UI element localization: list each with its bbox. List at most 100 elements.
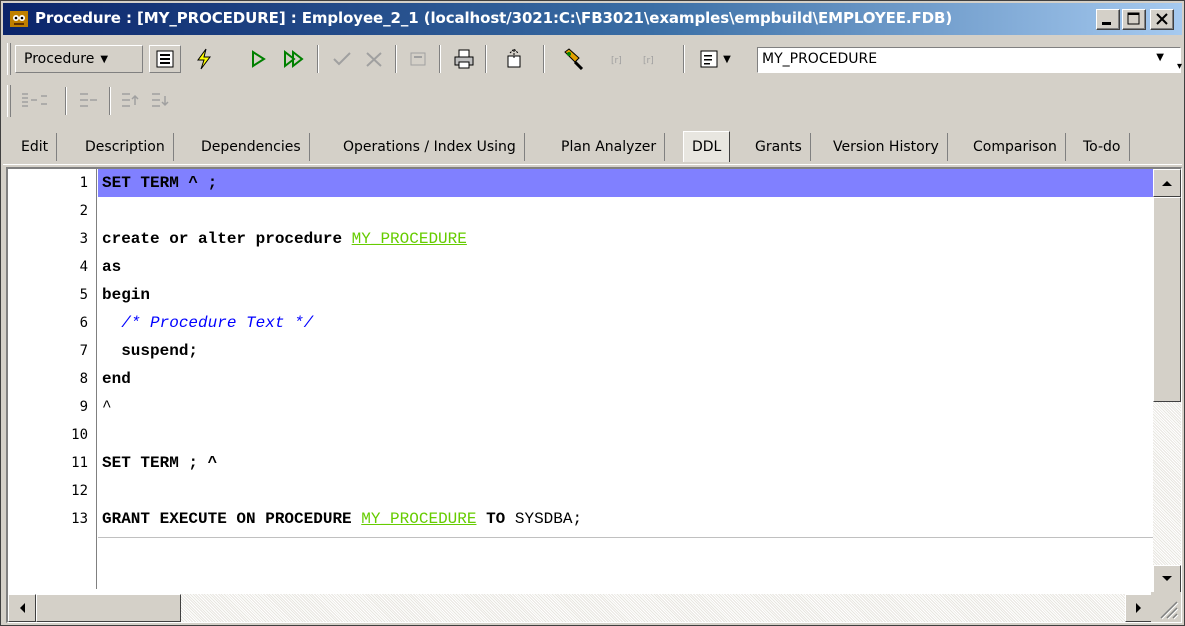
code-line-9[interactable]: ^ [98,393,1153,421]
procedure-identifier-link[interactable]: MY_PROCEDURE [352,230,467,248]
minimize-button[interactable] [1096,9,1120,30]
param2-icon: [r] [643,56,654,66]
tab-ddl[interactable]: DDL [683,131,731,162]
step-run-button[interactable] [279,45,309,73]
toolbar-separator [439,45,441,73]
svg-text:[r]: [r] [611,56,622,66]
title-bar[interactable]: Procedure : [MY_PROCEDURE] : Employee_2_… [3,3,1182,35]
code-text: suspend; [102,342,199,360]
arrow-down-icon [1162,576,1172,581]
tab-edit[interactable]: Edit [13,133,58,161]
toolbar-separator [65,87,67,115]
tab-label: Comparison [973,139,1057,155]
code-text: begin [102,286,151,304]
tab-label: Description [85,139,165,155]
scroll-left-button[interactable] [8,594,36,622]
ddl-code-editor[interactable]: 1 2 3 4 5 6 7 8 9 10 11 12 13 SET TERM ^… [6,167,1182,623]
export-button[interactable] [499,45,529,73]
move-down-button[interactable] [145,87,175,115]
indent-button[interactable] [17,87,57,115]
code-area[interactable]: SET TERM ^ ; create or alter procedure M… [98,169,1153,537]
tab-bar: Edit Description Dependencies Operations… [3,125,1182,165]
chevron-down-icon[interactable]: ▼ [1156,52,1164,63]
close-button[interactable] [1150,9,1174,30]
scroll-down-button[interactable] [1153,565,1181,593]
outdent-button[interactable] [73,87,103,115]
tab-label: Version History [833,139,939,155]
form-button[interactable] [149,45,181,73]
cross-icon [366,52,382,67]
tab-to-do[interactable]: To-do [1075,133,1130,161]
vertical-scroll-thumb[interactable] [1153,197,1181,402]
code-line-7[interactable]: suspend; [98,337,1153,365]
scroll-up-button[interactable] [1153,169,1181,197]
code-text: end [102,370,131,388]
resize-grip-icon[interactable] [1151,592,1181,622]
code-line-4[interactable]: as [98,253,1153,281]
code-line-3[interactable]: create or alter procedure MY_PROCEDURE [98,225,1153,253]
toolbar-separator [109,87,111,115]
toolbar-grip[interactable] [7,85,11,117]
fast-forward-icon [284,49,304,69]
rollback-button[interactable] [359,45,389,73]
arrow-right-icon [1136,603,1141,613]
code-line-8[interactable]: end [98,365,1153,393]
code-line-6[interactable]: /* Procedure Text */ [98,309,1153,337]
move-up-button[interactable] [115,87,145,115]
tab-description[interactable]: Description [77,133,174,161]
line-number: 8 [79,371,88,387]
commit-button[interactable] [327,45,357,73]
tab-label: To-do [1083,139,1121,155]
tab-label: Operations / Index Using [343,139,516,155]
tab-operations-index-using[interactable]: Operations / Index Using [335,133,525,161]
horizontal-scrollbar[interactable] [8,594,1153,622]
settings-button[interactable] [559,45,589,73]
tab-label: DDL [692,139,722,155]
line-number: 4 [79,259,88,275]
maximize-icon [1127,12,1140,25]
window-title: Procedure : [MY_PROCEDURE] : Employee_2_… [35,9,953,27]
code-text: ^ [102,398,112,416]
horizontal-scroll-thumb[interactable] [36,594,181,622]
run-button[interactable] [243,45,273,73]
memo-button[interactable] [403,45,433,73]
chevron-down-icon: ▼ [723,53,731,65]
code-line-13[interactable]: GRANT EXECUTE ON PROCEDURE MY_PROCEDURE … [98,505,1153,533]
object-type-dropdown[interactable]: Procedure ▼ [15,45,143,73]
procedure-identifier-link[interactable]: MY_PROCEDURE [361,510,476,528]
line-number: 2 [79,203,88,219]
code-line-5[interactable]: begin [98,281,1153,309]
toolbar-grip[interactable] [7,43,11,75]
object-name-combobox[interactable]: MY_PROCEDURE ▼ [757,47,1181,73]
toolbar-overflow-icon[interactable]: ▾ [1177,61,1182,72]
memo-icon [410,52,426,66]
compile-button[interactable] [189,45,219,73]
check-icon [333,52,351,66]
lightning-icon [197,48,211,70]
tab-grants[interactable]: Grants [747,133,811,161]
scroll-right-button[interactable] [1125,594,1153,622]
code-line-1[interactable]: SET TERM ^ ; [98,169,1153,197]
maximize-button[interactable] [1122,9,1146,30]
toolbar-separator [683,45,685,73]
ibexpert-app-icon[interactable] [9,9,29,29]
toolbar-separator [543,45,545,73]
tab-dependencies[interactable]: Dependencies [193,133,310,161]
object-name-value: MY_PROCEDURE [762,51,878,67]
tab-plan-analyzer[interactable]: Plan Analyzer [553,133,666,161]
code-line-11[interactable]: SET TERM ; ^ [98,449,1153,477]
line-number: 11 [71,455,88,471]
chevron-down-icon: ▼ [100,53,109,65]
tab-version-history[interactable]: Version History [825,133,948,161]
param2-button[interactable]: [r] [639,45,669,73]
print-button[interactable] [449,45,479,73]
tab-comparison[interactable]: Comparison [965,133,1066,161]
line-number: 1 [79,175,88,191]
line-number: 6 [79,315,88,331]
vertical-scrollbar[interactable] [1153,169,1181,593]
play-icon [252,50,266,68]
procedure-editor-window: Procedure : [MY_PROCEDURE] : Employee_2_… [0,0,1185,626]
param-button[interactable]: [r] [607,45,637,73]
indent-icon [22,93,47,107]
view-menu-button[interactable]: ▼ [691,45,739,73]
